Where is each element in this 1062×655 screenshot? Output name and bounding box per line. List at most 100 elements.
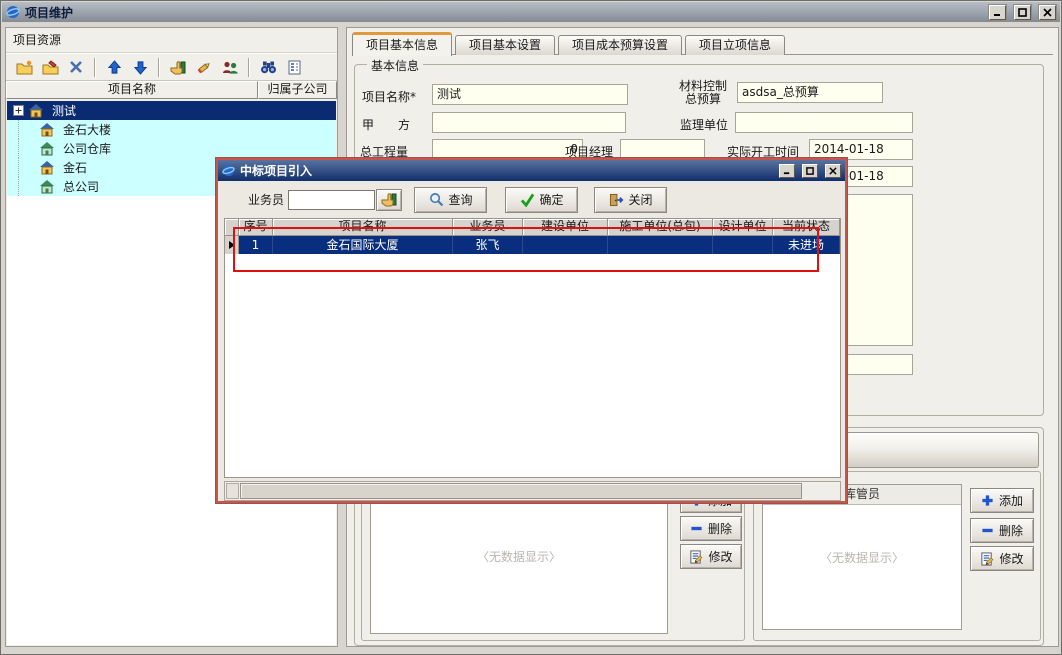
tab-basic-settings[interactable]: 项目基本设置 [455,35,555,55]
delete-minus-icon [690,522,703,535]
winning-bid-import-dialog: 中标项目引入 业务员 查询 确定 关闭 [216,158,847,503]
column-header-subsidiary[interactable]: 归属子公司 [258,81,337,99]
supervisor-label: 监理单位 [680,116,728,133]
users-icon [222,60,239,75]
minimize-icon [993,8,1002,17]
right-add-button[interactable]: 添加 [970,488,1034,513]
left-delete-button[interactable]: 删除 [680,516,742,541]
assign-button[interactable] [165,56,191,79]
col-header-seq[interactable]: 序号 [239,219,273,236]
grid-corner-cell [225,219,239,236]
column-header-project-name[interactable]: 项目名称 [6,81,258,99]
bid-projects-grid[interactable]: 序号 项目名称 业务员 建设单位 施工单位(总包) 设计单位 当前状态 1 金石… [224,218,841,478]
material-budget-label: 材料控制总预算 [671,80,735,106]
close-icon [1043,8,1052,17]
tree-item-ceshi[interactable]: 测试 [7,101,336,120]
total-quantity-input[interactable]: 0 [432,139,583,160]
app-window: 项目维护 项目资源 项目名称 归属子公司 [0,0,1062,655]
right-grid-box[interactable]: 库管员 〈无数据显示〉 [762,484,962,630]
delete-node-button[interactable] [63,56,89,79]
party-a-input[interactable] [432,112,626,133]
delete-x-icon [69,60,83,74]
scrollbar-thumb[interactable] [240,483,802,499]
salesman-lookup-button[interactable] [376,189,402,211]
tree-item-label[interactable]: 金石大楼 [59,121,115,138]
tree-item-label[interactable]: 公司仓库 [59,140,115,157]
edit-folder-icon [42,60,59,75]
report-icon [287,60,302,75]
tree-connector-line [18,158,35,177]
move-up-button[interactable] [101,56,127,79]
edit-pencil-button[interactable] [191,56,217,79]
right-delete-button[interactable]: 删除 [970,518,1034,543]
modify-note-icon [980,552,994,566]
tree-item-gongsicangku[interactable]: 公司仓库 [7,139,336,158]
find-button[interactable] [255,56,281,79]
tab-strip: 项目基本信息 项目基本设置 项目成本预算设置 项目立项信息 [352,30,1053,55]
material-budget-input[interactable]: asdsa_总预算 [737,82,883,103]
tree-item-label[interactable]: 金石 [59,159,91,176]
dialog-close-action-button[interactable]: 关闭 [594,187,667,213]
cell-builder[interactable] [523,236,608,254]
project-manager-input[interactable] [620,139,705,160]
tree-item-jinshidalou[interactable]: 金石大楼 [7,120,336,139]
left-panel-title: 项目资源 [6,28,337,53]
groupbox-title: 基本信息 [367,57,423,74]
house-green-icon [39,179,55,194]
tree-item-label[interactable]: 总公司 [59,178,103,195]
project-name-input[interactable]: 测试 [432,84,628,105]
cell-contractor[interactable] [608,236,713,254]
col-header-designer[interactable]: 设计单位 [713,219,773,236]
tree-item-label[interactable]: 测试 [48,102,80,119]
col-header-project-name[interactable]: 项目名称 [273,219,453,236]
minimize-button[interactable] [989,5,1006,20]
move-down-button[interactable] [127,56,153,79]
edit-folder-button[interactable] [37,56,63,79]
new-folder-button[interactable] [11,56,37,79]
move-down-icon [133,60,148,75]
dialog-close-button[interactable] [825,164,841,178]
close-button[interactable] [1039,5,1056,20]
right-modify-button[interactable]: 修改 [970,546,1034,571]
dialog-titlebar: 中标项目引入 [218,160,845,181]
toolbar-separator [94,58,96,77]
left-list-empty-text: 〈无数据显示〉 [371,548,667,565]
grid-horizontal-scrollbar[interactable] [224,481,841,501]
actual-start-date-input[interactable]: 2014-01-18 [809,139,913,160]
cell-project-name[interactable]: 金石国际大厦 [273,236,453,254]
exit-door-icon [609,193,624,207]
expand-plus-icon[interactable] [13,105,24,116]
cell-seq[interactable]: 1 [239,236,273,254]
ok-button[interactable]: 确定 [505,187,578,213]
maximize-button[interactable] [1014,5,1031,20]
house-icon [28,103,44,118]
cell-salesman[interactable]: 张飞 [453,236,523,254]
tree-column-headers: 项目名称 归属子公司 [6,81,337,99]
col-header-builder[interactable]: 建设单位 [523,219,608,236]
tree-connector-line [18,177,35,196]
project-name-label: 项目名称* [362,88,416,105]
move-up-icon [107,60,122,75]
window-title: 项目维护 [25,4,73,21]
dialog-minimize-button[interactable] [779,164,795,178]
report-button[interactable] [281,56,307,79]
grid-row-selected[interactable]: 1 金石国际大厦 张飞 未进场 [225,236,840,254]
salesman-input[interactable] [288,190,375,210]
col-header-contractor[interactable]: 施工单位(总包) [608,219,713,236]
col-header-status[interactable]: 当前状态 [773,219,840,236]
tab-project-approval-info[interactable]: 项目立项信息 [685,35,785,55]
cell-status[interactable]: 未进场 [773,236,840,254]
col-header-salesman[interactable]: 业务员 [453,219,523,236]
maximize-icon [1018,8,1027,17]
dialog-maximize-button[interactable] [802,164,818,178]
delete-minus-icon [981,524,994,537]
query-button[interactable]: 查询 [414,187,487,213]
left-modify-button[interactable]: 修改 [680,544,742,569]
scrollbar-left-button[interactable] [226,483,239,499]
users-button[interactable] [217,56,243,79]
supervisor-input[interactable] [735,112,913,133]
cell-designer[interactable] [713,236,773,254]
tab-basic-info[interactable]: 项目基本信息 [352,32,452,56]
tab-cost-budget-settings[interactable]: 项目成本预算设置 [558,35,682,55]
row-indicator-icon [225,236,239,254]
